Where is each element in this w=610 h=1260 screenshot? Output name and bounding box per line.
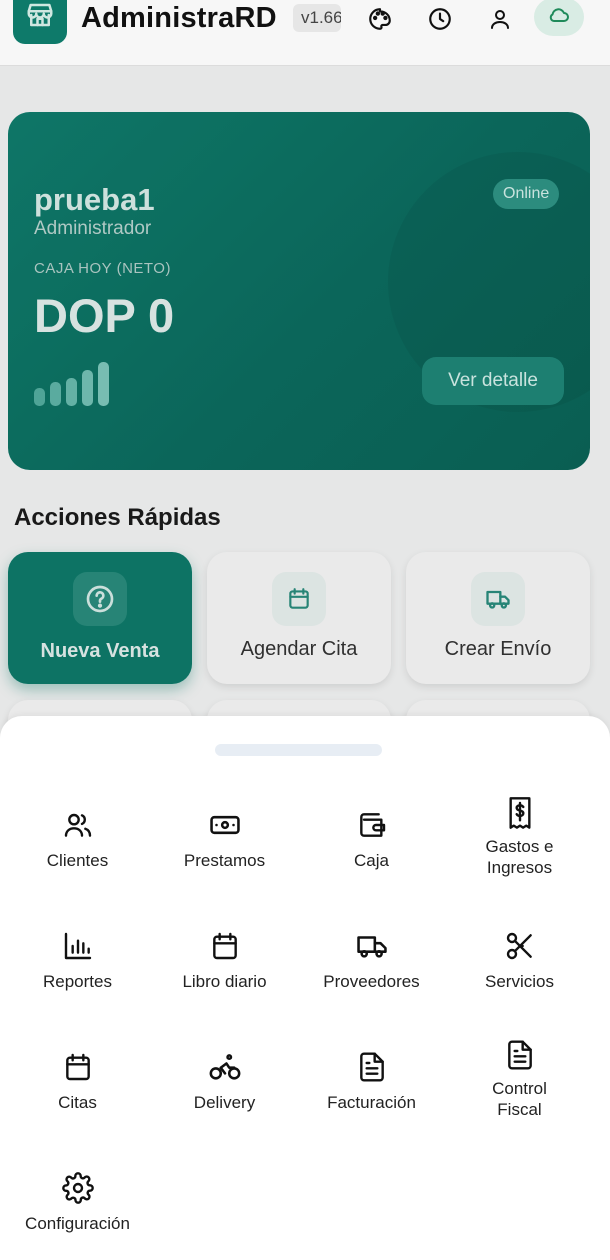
menu-item-label: Libro diario — [182, 972, 267, 991]
menu-item-gastos-ingresos[interactable]: Gastos e Ingresos — [446, 796, 593, 906]
user-icon[interactable] — [485, 4, 515, 34]
menu-item-label: Configuración — [25, 1214, 130, 1233]
wallet-icon — [355, 808, 389, 842]
menu-item-delivery[interactable]: Delivery — [151, 1050, 298, 1160]
menu-item-control-fiscal[interactable]: Control Fiscal — [446, 1038, 593, 1148]
scissors-icon — [503, 929, 537, 963]
signal-bars-icon — [34, 360, 114, 406]
view-detail-button[interactable]: Ver detalle — [422, 357, 564, 405]
calendar-icon — [61, 1050, 95, 1084]
menu-item-citas[interactable]: Citas — [4, 1050, 151, 1160]
menu-item-label: Caja — [354, 851, 389, 870]
menu-item-label: Prestamos — [183, 851, 266, 870]
menu-item-label: Citas — [58, 1093, 97, 1112]
clock-icon[interactable] — [425, 4, 455, 34]
bike-icon — [208, 1050, 242, 1084]
menu-item-configuracion[interactable]: Configuración — [4, 1171, 151, 1260]
receipt-icon — [503, 796, 537, 830]
app-title: AdministraRD — [81, 2, 277, 34]
calendar-icon — [208, 929, 242, 963]
menu-item-label: Proveedores — [323, 972, 420, 991]
menu-item-label: Delivery — [193, 1093, 256, 1112]
status-badge: Online — [493, 179, 560, 209]
version-badge: v1.66 — [293, 4, 341, 32]
menu-item-label: Clientes — [46, 851, 109, 870]
menu-item-facturacion[interactable]: Facturación — [298, 1050, 445, 1160]
menu-item-servicios[interactable]: Servicios — [446, 929, 593, 1039]
drag-handle[interactable] — [215, 744, 382, 756]
file-text-icon — [355, 1050, 389, 1084]
menu-item-label: Servicios — [485, 972, 554, 991]
file-text-icon — [503, 1038, 537, 1072]
menu-item-prestamos[interactable]: Prestamos — [151, 808, 298, 918]
gear-icon — [61, 1171, 95, 1205]
menu-item-label: Gastos e Ingresos — [485, 837, 554, 877]
menu-item-caja[interactable]: Caja — [298, 808, 445, 918]
cloud-sync-button[interactable] — [534, 0, 584, 36]
truck-icon — [355, 929, 389, 963]
store-icon[interactable] — [13, 0, 67, 44]
cloud-icon — [547, 3, 571, 32]
users-icon — [61, 808, 95, 842]
banknote-icon — [208, 808, 242, 842]
menu-item-reportes[interactable]: Reportes — [4, 929, 151, 1039]
menu-bottom-sheet: Clientes Prestamos Caja Gastos e Ingresos — [0, 716, 610, 1260]
menu-item-label: Facturación — [327, 1093, 416, 1112]
menu-item-libro-diario[interactable]: Libro diario — [151, 929, 298, 1039]
menu-item-label: Control Fiscal — [492, 1079, 547, 1119]
app-header: AdministraRD v1.66 — [0, 0, 610, 66]
menu-item-proveedores[interactable]: Proveedores — [298, 929, 445, 1039]
menu-item-label: Reportes — [43, 972, 112, 991]
palette-icon[interactable] — [365, 4, 395, 34]
menu-item-clientes[interactable]: Clientes — [4, 808, 151, 918]
bar-chart-icon — [61, 929, 95, 963]
